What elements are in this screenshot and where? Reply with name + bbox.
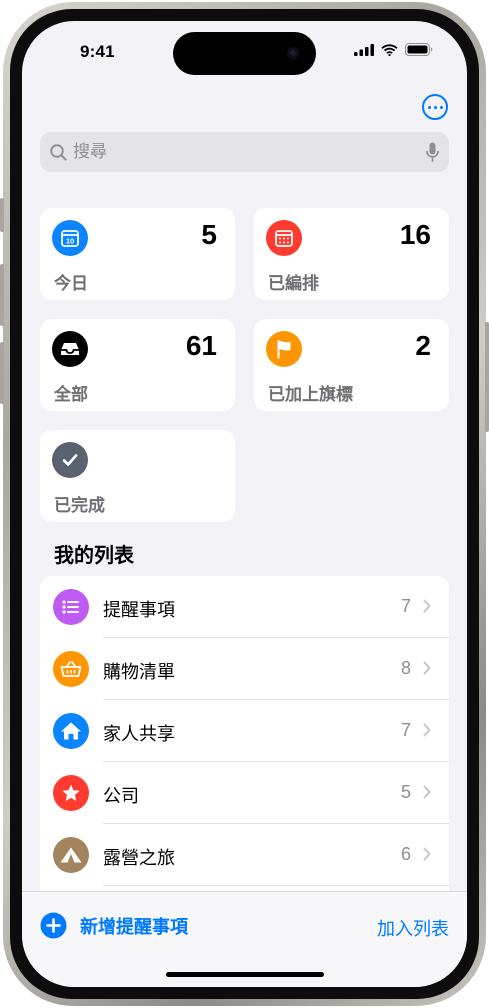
- smart-list-all[interactable]: 61 全部: [40, 319, 235, 411]
- house-icon: [53, 713, 89, 749]
- smart-list-label: 已加上旗標: [268, 385, 353, 404]
- list-item-count: 8: [400, 658, 411, 678]
- my-lists-card: 提醒事項 7 購物清單 8 家人共享 7 公司 5 露營之旅 6: [40, 576, 449, 906]
- list-item-label: 家人共享: [103, 724, 175, 744]
- tray-icon: [52, 331, 88, 367]
- new-reminder-label: 新增提醒事項: [80, 916, 188, 937]
- tent-icon: [53, 837, 89, 873]
- row-divider: [103, 885, 449, 886]
- more-options-button[interactable]: [422, 94, 448, 120]
- basket-icon: [53, 651, 89, 687]
- list-item[interactable]: 家人共享 7: [40, 700, 449, 762]
- smart-list-count: 61: [185, 330, 217, 361]
- volume-down-button: [0, 342, 4, 404]
- calendar-today-icon: 10: [52, 220, 88, 256]
- smart-list-count: 5: [201, 219, 217, 250]
- microphone-icon[interactable]: [426, 142, 439, 162]
- chevron-right-icon: [423, 785, 431, 799]
- search-input[interactable]: [73, 142, 426, 162]
- list-item-count: 7: [400, 596, 411, 616]
- chevron-right-icon: [423, 599, 431, 613]
- chevron-right-icon: [423, 723, 431, 737]
- chevron-right-icon: [423, 847, 431, 861]
- search-bar[interactable]: [40, 132, 449, 172]
- new-reminder-button[interactable]: 新增提醒事項: [40, 912, 188, 939]
- list-item-label: 公司: [103, 786, 139, 806]
- camera-icon: [287, 47, 299, 59]
- ellipsis-icon: [427, 105, 431, 109]
- status-icons: [354, 43, 433, 56]
- list-item[interactable]: 提醒事項 7: [40, 576, 449, 638]
- smart-list-scheduled[interactable]: 16 已編排: [254, 208, 449, 300]
- smart-list-label: 今日: [54, 274, 88, 293]
- smart-list-label: 已完成: [54, 496, 105, 515]
- list-item-label: 提醒事項: [103, 600, 175, 620]
- plus-circle-icon: [40, 912, 67, 939]
- smart-list-count: 2: [415, 330, 431, 361]
- volume-up-button: [0, 264, 4, 326]
- list-item-label: 購物清單: [103, 662, 175, 682]
- battery-icon: [405, 43, 433, 56]
- my-lists-title: 我的列表: [54, 545, 134, 567]
- bottom-toolbar: 新增提醒事項 加入列表: [22, 891, 467, 987]
- list-item-label: 露營之旅: [103, 848, 175, 868]
- checkmark-icon: [52, 442, 88, 478]
- search-icon: [50, 143, 67, 161]
- status-time: 9:41: [80, 42, 115, 61]
- add-list-button[interactable]: 加入列表: [377, 915, 449, 941]
- power-button: [485, 322, 489, 432]
- screen: 9:41 搜尋 10 5 今日 16 已編排 61 全部 2 已加上旗標 已完成…: [22, 21, 467, 987]
- smart-list-flagged[interactable]: 2 已加上旗標: [254, 319, 449, 411]
- list-item[interactable]: 購物清單 8: [40, 638, 449, 700]
- smart-list-label: 全部: [54, 385, 88, 404]
- list-item-count: 5: [400, 782, 411, 802]
- wifi-icon: [381, 43, 398, 56]
- smart-list-label: 已編排: [268, 274, 319, 293]
- list-item[interactable]: 公司 5: [40, 762, 449, 824]
- smart-list-completed[interactable]: 已完成: [40, 430, 235, 522]
- calendar-grid-icon: [266, 220, 302, 256]
- home-indicator[interactable]: [166, 972, 324, 977]
- calendar-badge: 10: [66, 237, 74, 246]
- flag-icon: [266, 331, 302, 367]
- bullet-list-icon: [53, 589, 89, 625]
- action-button: [0, 198, 4, 232]
- chevron-right-icon: [423, 661, 431, 675]
- list-item-count: 6: [400, 844, 411, 864]
- star-icon: [53, 775, 89, 811]
- cellular-signal-icon: [354, 43, 374, 56]
- smart-list-count: 16: [399, 219, 431, 250]
- smart-list-today[interactable]: 10 5 今日: [40, 208, 235, 300]
- status-bar: 9:41: [22, 21, 467, 81]
- dynamic-island: [173, 32, 316, 75]
- list-item[interactable]: 露營之旅 6: [40, 824, 449, 886]
- list-item-count: 7: [400, 720, 411, 740]
